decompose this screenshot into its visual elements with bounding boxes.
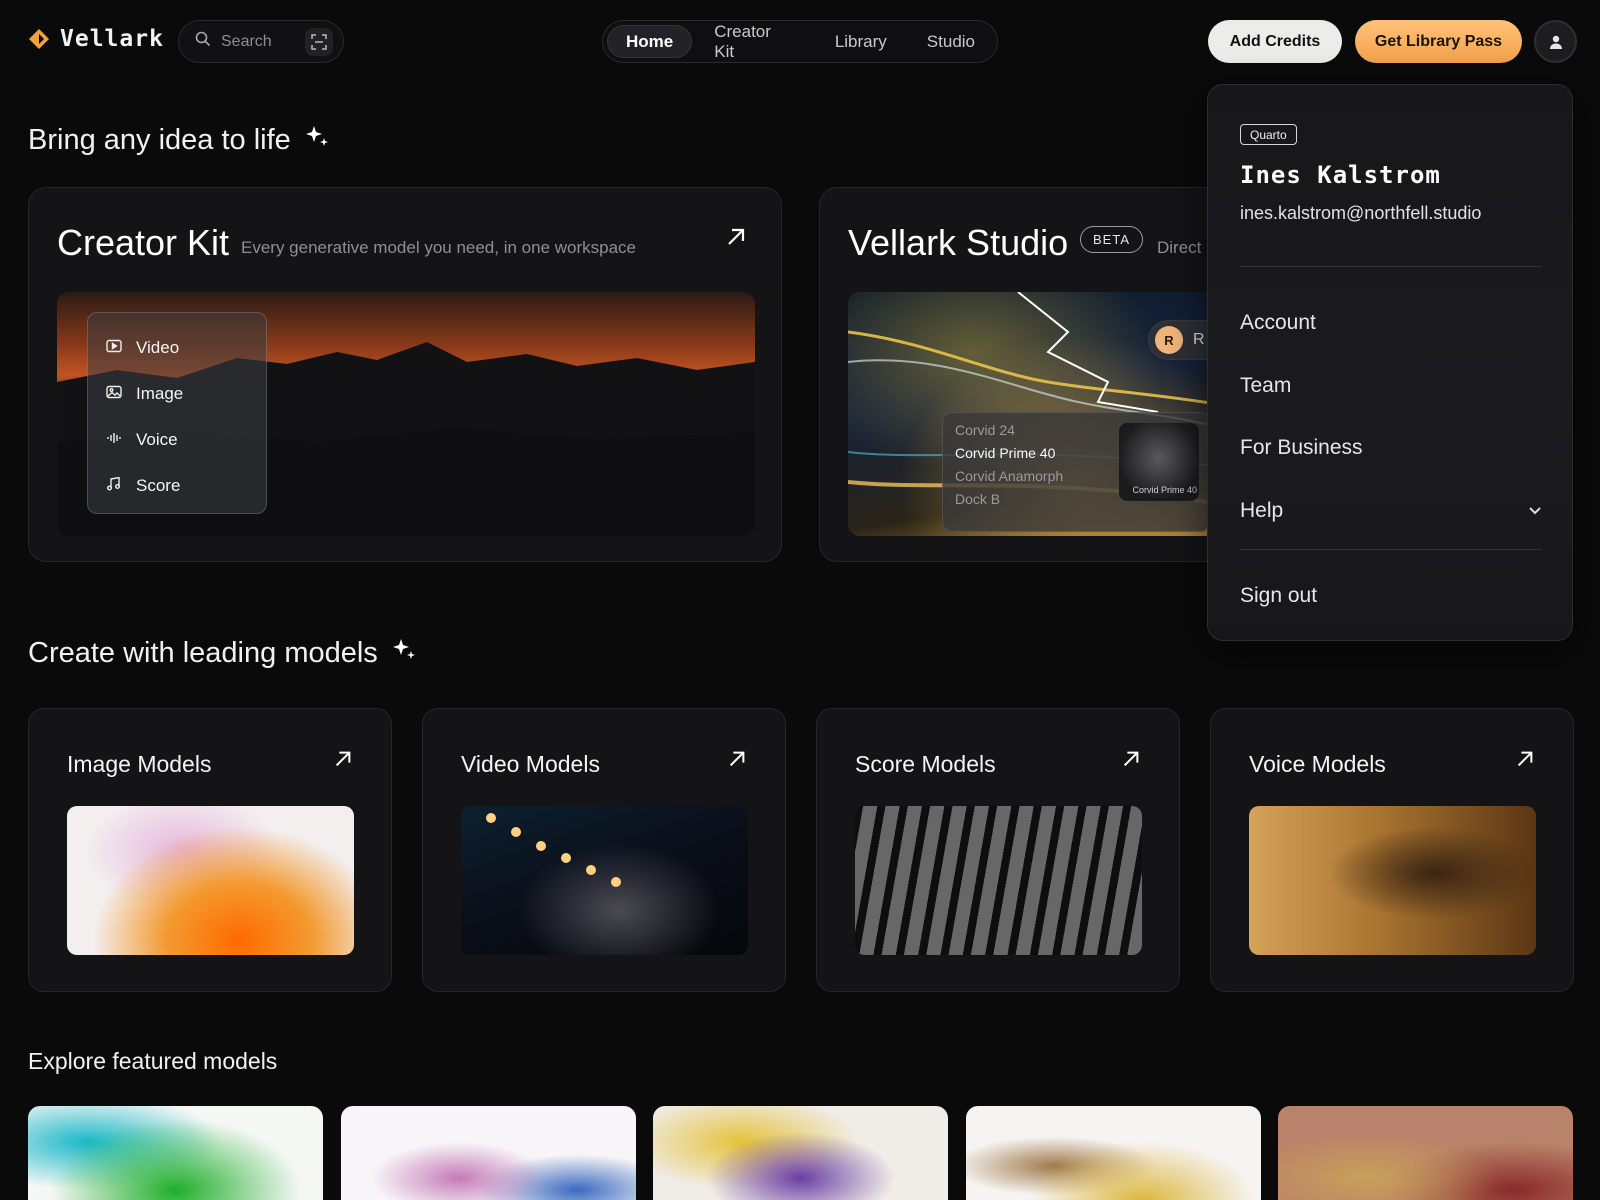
add-credits-button[interactable]: Add Credits [1208, 20, 1342, 63]
menu-item-help-label: Help [1240, 499, 1284, 522]
account-name: Ines Kalstrom [1240, 161, 1441, 189]
models-heading: Create with leading models [28, 637, 416, 670]
hero-title: Bring any idea to life [28, 124, 291, 156]
score-models-card[interactable]: Score Models [816, 708, 1180, 992]
image-models-card[interactable]: Image Models [28, 708, 392, 992]
lens-preview-caption: Corvid Prime 40 [1132, 485, 1197, 495]
featured-model-card[interactable] [341, 1106, 636, 1200]
creator-menu-image[interactable]: Image [88, 371, 266, 417]
menu-item-team[interactable]: Team [1240, 374, 1542, 398]
studio-image: R R Corvid 24 Corvid Prime 40 Corvid Ana… [848, 292, 1238, 536]
hero-heading: Bring any idea to life [28, 124, 329, 157]
creator-kit-title: Creator Kit [57, 222, 230, 263]
featured-model-card[interactable] [1278, 1106, 1573, 1200]
creator-menu-score-label: Score [136, 476, 181, 495]
menu-item-help[interactable]: Help [1240, 499, 1542, 523]
arrow-up-right-icon[interactable] [1515, 749, 1537, 771]
visual-search-button[interactable] [305, 27, 333, 56]
featured-model-card[interactable] [966, 1106, 1261, 1200]
sparkle-icon [392, 637, 416, 670]
creator-menu-video-label: Video [136, 338, 180, 357]
waveform-icon [106, 430, 122, 450]
ink-cloud-image [67, 806, 354, 955]
arrow-up-right-icon[interactable] [727, 749, 749, 771]
creator-menu-score[interactable]: Score [88, 463, 266, 509]
brand-mark-icon [28, 28, 50, 50]
creator-menu-video[interactable]: Video [88, 325, 266, 371]
image-icon [106, 384, 122, 404]
nav-home[interactable]: Home [607, 25, 693, 58]
creator-menu-image-label: Image [136, 384, 184, 403]
nav-studio[interactable]: Studio [909, 25, 993, 58]
menu-item-for-business[interactable]: For Business [1240, 436, 1542, 460]
piano-keys-image [855, 806, 1142, 955]
featured-heading: Explore featured models [28, 1048, 277, 1075]
lens-selector: Corvid 24 Corvid Prime 40 Corvid Anamorp… [942, 412, 1210, 532]
menu-item-team-label: Team [1240, 374, 1292, 397]
mountain-sunset-image: Video Image Voice Score [57, 292, 755, 536]
singer-microphone-image [1249, 806, 1536, 955]
beta-badge: BETA [1080, 226, 1143, 253]
sign-out-button[interactable]: Sign out [1240, 584, 1542, 608]
score-models-title: Score Models [855, 751, 996, 777]
voice-models-title: Voice Models [1249, 751, 1386, 777]
account-avatar-button[interactable] [1534, 20, 1577, 63]
main-nav: Home Creator Kit Library Studio [602, 20, 998, 63]
arrow-up-right-icon[interactable] [725, 226, 747, 248]
stage-lights-graphic [486, 813, 621, 887]
light-trails-image: R R Corvid 24 Corvid Prime 40 Corvid Ana… [848, 292, 1238, 536]
top-header: Vellark Search Home Creator Kit Library … [0, 0, 1600, 84]
video-models-title: Video Models [461, 751, 600, 777]
menu-item-business-label: For Business [1240, 436, 1363, 459]
featured-model-card[interactable] [28, 1106, 323, 1200]
studio-subtitle: Direct [1157, 238, 1202, 257]
menu-item-account-label: Account [1240, 311, 1316, 334]
studio-title: Vellark Studio [848, 222, 1069, 263]
music-note-icon [106, 476, 122, 496]
video-models-card[interactable]: Video Models [422, 708, 786, 992]
creator-kit-subtitle: Every generative model you need, in one … [241, 238, 637, 257]
search-bar[interactable]: Search [178, 20, 344, 63]
collaborator-avatar: R [1155, 326, 1183, 354]
chevron-down-icon [1528, 499, 1542, 523]
search-icon [195, 31, 211, 52]
sign-out-label: Sign out [1240, 584, 1318, 607]
brand-name: Vellark [60, 26, 164, 52]
arrow-up-right-icon[interactable] [1121, 749, 1143, 771]
creator-kit-card[interactable]: Creator Kit Every generative model you n… [28, 187, 782, 562]
image-models-title: Image Models [67, 751, 212, 777]
account-dropdown: Quarto Ines Kalstrom ines.kalstrom@north… [1207, 84, 1573, 641]
arrow-up-right-icon[interactable] [333, 749, 355, 771]
studio-card[interactable]: Vellark Studio Direct R R Corvid 24 Corv… [819, 187, 1239, 562]
collaborator-name: R [1193, 331, 1205, 348]
creator-kit-image: Video Image Voice Score [57, 292, 755, 536]
stage-lights-image [461, 806, 748, 955]
account-email: ines.kalstrom@northfell.studio [1240, 203, 1482, 223]
nav-library[interactable]: Library [817, 25, 905, 58]
menu-item-account[interactable]: Account [1240, 311, 1542, 335]
featured-model-card[interactable] [653, 1106, 948, 1200]
nav-creator-kit[interactable]: Creator Kit [696, 22, 813, 61]
divider [1240, 266, 1542, 267]
search-input[interactable]: Search [221, 33, 295, 51]
get-library-pass-button[interactable]: Get Library Pass [1355, 20, 1522, 63]
divider [1240, 549, 1542, 550]
user-icon [1549, 35, 1562, 49]
models-title: Create with leading models [28, 637, 378, 669]
featured-title: Explore featured models [28, 1048, 278, 1074]
brand-logo[interactable]: Vellark [28, 26, 164, 52]
sparkle-icon [305, 124, 329, 157]
voice-models-card[interactable]: Voice Models [1210, 708, 1574, 992]
creator-menu-voice-label: Voice [136, 430, 178, 449]
creator-kit-menu: Video Image Voice Score [87, 312, 267, 514]
video-icon [106, 338, 122, 358]
creator-menu-voice[interactable]: Voice [88, 417, 266, 463]
plan-badge: Quarto [1240, 124, 1297, 145]
